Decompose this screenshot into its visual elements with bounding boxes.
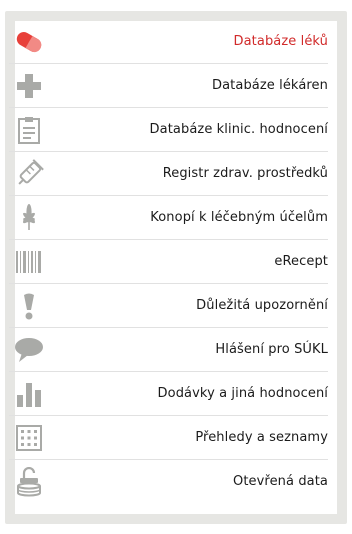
menu-item-label: Konopí k léčebným účelům [150, 210, 328, 225]
open-lock-database-icon [12, 466, 46, 498]
side-menu: Databáze léků Databáze lékáren Databáze … [9, 20, 328, 504]
menu-item-databaze-klinic-hodnoceni[interactable]: Databáze klinic. hodnocení [9, 108, 328, 152]
menu-item-label: Důležitá upozornění [196, 298, 328, 313]
menu-item-dulezita-upozorneni[interactable]: Důležitá upozornění [9, 284, 328, 328]
clipboard-icon [12, 114, 46, 146]
pill-icon [12, 26, 46, 58]
menu-item-konopi[interactable]: Konopí k léčebným účelům [9, 196, 328, 240]
speech-bubble-icon [12, 334, 46, 366]
menu-item-prehledy[interactable]: Přehledy a seznamy [9, 416, 328, 460]
menu-item-label: Otevřená data [233, 474, 328, 489]
menu-item-label: Databáze klinic. hodnocení [149, 122, 328, 137]
menu-item-label: Registr zdrav. prostředků [162, 166, 328, 181]
menu-item-databaze-leku[interactable]: Databáze léků [9, 20, 328, 64]
menu-item-erecept[interactable]: eRecept [9, 240, 328, 284]
pharmacy-cross-icon [12, 70, 46, 102]
syringe-icon [12, 158, 46, 190]
menu-item-label: Hlášení pro SÚKL [215, 342, 328, 357]
cannabis-leaf-icon [12, 202, 46, 234]
menu-item-registr-zdrav-prostredku[interactable]: Registr zdrav. prostředků [9, 152, 328, 196]
bar-chart-icon [12, 378, 46, 410]
menu-item-label: Databáze léků [233, 34, 328, 49]
barcode-icon [12, 246, 46, 278]
menu-item-dodavky[interactable]: Dodávky a jiná hodnocení [9, 372, 328, 416]
menu-item-label: Databáze lékáren [212, 78, 328, 93]
exclamation-icon [12, 290, 46, 322]
menu-item-databaze-lekaren[interactable]: Databáze lékáren [9, 64, 328, 108]
grid-table-icon [12, 422, 46, 454]
menu-item-label: Dodávky a jiná hodnocení [157, 386, 328, 401]
menu-item-hlaseni-pro-sukl[interactable]: Hlášení pro SÚKL [9, 328, 328, 372]
menu-item-label: Přehledy a seznamy [195, 430, 328, 445]
menu-item-label: eRecept [274, 254, 328, 269]
menu-item-otevrena-data[interactable]: Otevřená data [9, 460, 328, 504]
